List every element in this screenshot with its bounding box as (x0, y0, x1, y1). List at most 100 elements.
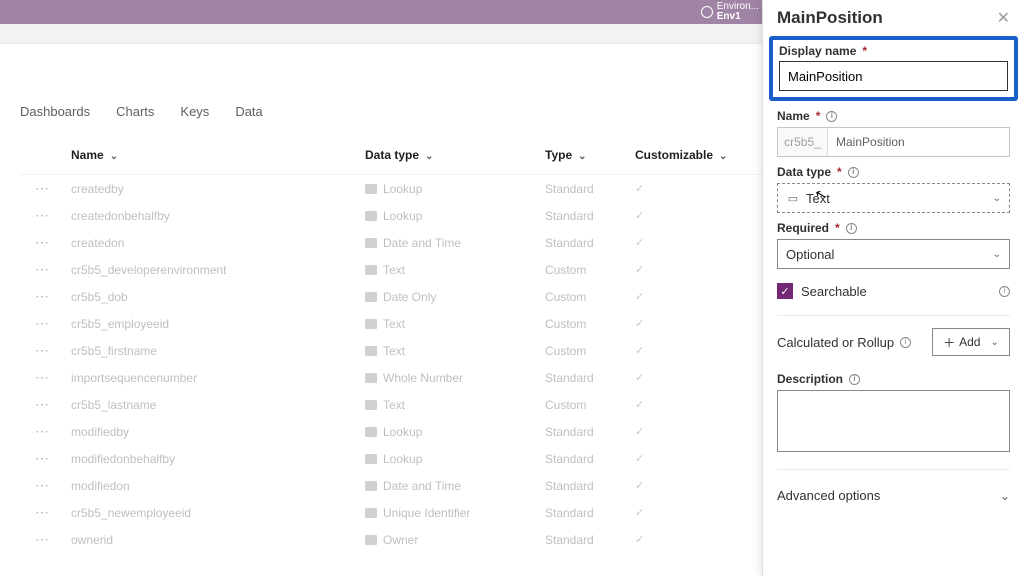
env-name: Env1 (717, 12, 759, 22)
cell-name: cr5b5_employeeid (65, 317, 365, 331)
row-menu-icon[interactable]: ⋯ (20, 369, 65, 386)
row-menu-icon[interactable]: ⋯ (20, 261, 65, 278)
chevron-down-icon: ⌄ (993, 249, 1001, 260)
cell-name: cr5b5_firstname (65, 344, 365, 358)
row-menu-icon[interactable]: ⋯ (20, 423, 65, 440)
datatype-select[interactable]: ▭ Text ⌄ (777, 183, 1010, 213)
cell-type: Standard (545, 506, 635, 520)
header-customizable[interactable]: Customizable⌄ (635, 148, 745, 162)
cell-datatype: Text (365, 317, 545, 331)
display-name-input[interactable] (779, 61, 1008, 91)
tab-data[interactable]: Data (235, 104, 262, 119)
row-menu-icon[interactable]: ⋯ (20, 207, 65, 224)
advanced-options-toggle[interactable]: Advanced options ⌄ (777, 488, 1010, 503)
datatype-icon (365, 238, 377, 248)
datatype-icon (365, 184, 377, 194)
cell-type: Custom (545, 263, 635, 277)
cell-name: modifiedon (65, 479, 365, 493)
cell-type: Standard (545, 182, 635, 196)
datatype-icon (365, 265, 377, 275)
name-input[interactable]: MainPosition (828, 128, 1009, 156)
tab-dashboards[interactable]: Dashboards (20, 104, 90, 119)
cell-customizable: ✓ (635, 209, 745, 222)
info-icon[interactable]: i (826, 111, 837, 122)
info-icon[interactable]: i (848, 167, 859, 178)
row-menu-icon[interactable]: ⋯ (20, 531, 65, 548)
chevron-down-icon: ⌄ (578, 151, 586, 162)
row-menu-icon[interactable]: ⋯ (20, 234, 65, 251)
cell-customizable: ✓ (635, 479, 745, 492)
row-menu-icon[interactable]: ⋯ (20, 288, 65, 305)
info-icon[interactable]: i (849, 374, 860, 385)
cell-name: cr5b5_developerenvironment (65, 263, 365, 277)
description-textarea[interactable] (777, 390, 1010, 452)
cell-type: Standard (545, 236, 635, 250)
name-label: Name (777, 109, 810, 123)
tab-keys[interactable]: Keys (180, 104, 209, 119)
chevron-down-icon: ⌄ (1000, 489, 1010, 503)
cell-name: importsequencenumber (65, 371, 365, 385)
chevron-down-icon: ⌄ (993, 193, 1001, 204)
cell-type: Standard (545, 371, 635, 385)
display-name-label: Display name (779, 44, 856, 58)
searchable-checkbox[interactable]: ✓ (777, 283, 793, 299)
new-column-panel: MainPosition ✕ Display name * Name * i c… (762, 0, 1024, 576)
cell-customizable: ✓ (635, 452, 745, 465)
cell-type: Custom (545, 398, 635, 412)
add-button[interactable]: ＋Add⌄ (932, 328, 1010, 356)
cell-type: Standard (545, 452, 635, 466)
row-menu-icon[interactable]: ⋯ (20, 180, 65, 197)
row-menu-icon[interactable]: ⋯ (20, 396, 65, 413)
cell-type: Custom (545, 317, 635, 331)
cell-customizable: ✓ (635, 182, 745, 195)
row-menu-icon[interactable]: ⋯ (20, 477, 65, 494)
header-datatype[interactable]: Data type⌄ (365, 148, 545, 162)
panel-title: MainPosition (777, 8, 883, 28)
info-icon[interactable]: i (900, 337, 911, 348)
row-menu-icon[interactable]: ⋯ (20, 315, 65, 332)
cell-customizable: ✓ (635, 506, 745, 519)
environment-badge[interactable]: Environ... Env1 (701, 0, 759, 24)
cell-type: Standard (545, 209, 635, 223)
cell-datatype: Date and Time (365, 479, 545, 493)
cell-customizable: ✓ (635, 290, 745, 303)
cell-name: cr5b5_newemployeeid (65, 506, 365, 520)
datatype-icon (365, 211, 377, 221)
header-name[interactable]: Name⌄ (65, 148, 365, 162)
header-type[interactable]: Type⌄ (545, 148, 635, 162)
required-select[interactable]: Optional ⌄ (777, 239, 1010, 269)
cell-customizable: ✓ (635, 371, 745, 384)
cell-type: Custom (545, 290, 635, 304)
datatype-icon (365, 373, 377, 383)
cell-customizable: ✓ (635, 425, 745, 438)
plus-icon: ＋ (943, 334, 955, 351)
datatype-icon (365, 508, 377, 518)
datatype-icon (365, 535, 377, 545)
chevron-down-icon: ⌄ (990, 337, 998, 348)
chevron-down-icon: ⌄ (425, 151, 433, 162)
cell-type: Standard (545, 425, 635, 439)
info-icon[interactable]: i (999, 286, 1010, 297)
cell-customizable: ✓ (635, 398, 745, 411)
close-icon[interactable]: ✕ (997, 8, 1010, 28)
divider (777, 469, 1010, 470)
cell-customizable: ✓ (635, 533, 745, 546)
datatype-icon (365, 481, 377, 491)
row-menu-icon[interactable]: ⋯ (20, 504, 65, 521)
tab-charts[interactable]: Charts (116, 104, 154, 119)
divider (777, 315, 1010, 316)
cell-datatype: Unique Identifier (365, 506, 545, 520)
cell-name: ownerid (65, 533, 365, 547)
cell-datatype: Date and Time (365, 236, 545, 250)
cell-name: modifiedonbehalfby (65, 452, 365, 466)
searchable-label: Searchable (801, 284, 867, 299)
cell-datatype: Whole Number (365, 371, 545, 385)
cell-name: cr5b5_dob (65, 290, 365, 304)
info-icon[interactable]: i (846, 223, 857, 234)
row-menu-icon[interactable]: ⋯ (20, 342, 65, 359)
row-menu-icon[interactable]: ⋯ (20, 450, 65, 467)
chevron-down-icon: ⌄ (719, 151, 727, 162)
cell-customizable: ✓ (635, 236, 745, 249)
cell-datatype: Lookup (365, 209, 545, 223)
cell-type: Standard (545, 479, 635, 493)
